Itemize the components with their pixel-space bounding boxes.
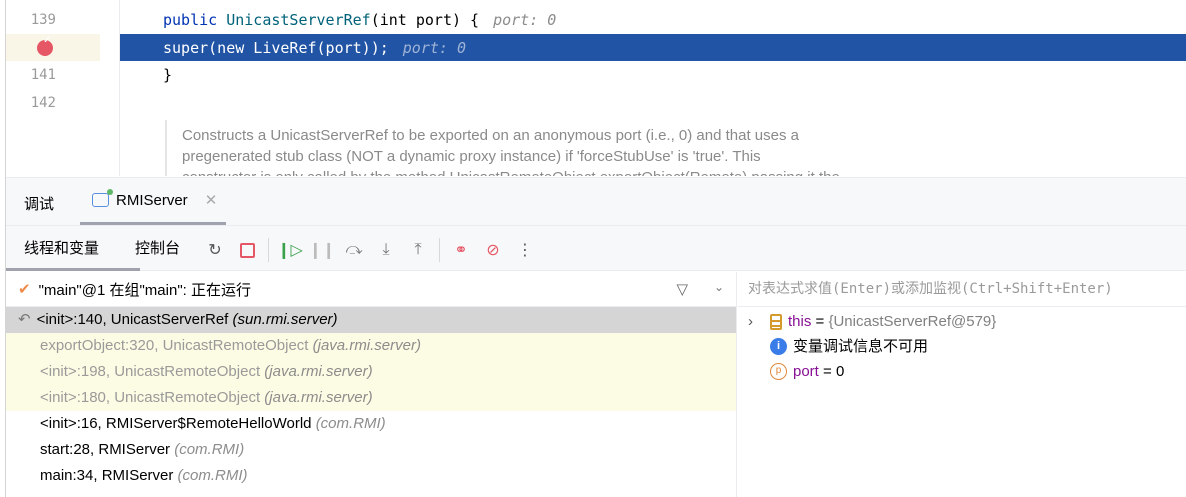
frame-package: (com.RMI)	[174, 441, 245, 458]
step-out-icon[interactable]: ⤒	[407, 239, 429, 261]
code-editor[interactable]: 139 141 142 public UnicastServerRef(int …	[6, 0, 1186, 176]
javadoc-block: Constructs a UnicastServerRef to be expo…	[165, 120, 1186, 176]
frames-panel: ✔ "main"@1 在组"main": 正在运行 ▽ ⌄ ↶ <init>:14…	[6, 272, 737, 497]
info-message: i 变量调试信息不可用	[738, 334, 1186, 359]
rerun-icon[interactable]: ↻	[204, 239, 226, 261]
tab-label: RMIServer	[116, 191, 188, 209]
line-number: 141	[30, 67, 56, 83]
frame-package: (java.rmi.server)	[264, 363, 373, 380]
equals: =	[818, 363, 836, 380]
parameter-icon: p	[770, 363, 787, 380]
toolbar-separator	[439, 238, 440, 262]
frame-method: start:28, RMIServer	[40, 441, 171, 458]
variable-port[interactable]: p port = 0	[738, 359, 1186, 384]
more-options-icon[interactable]: ⋮	[514, 239, 536, 261]
stack-frame[interactable]: <init>:16, RMIServer$RemoteHelloWorld (c…	[6, 411, 736, 437]
code-line: super(new LiveRef(port)); port: 0	[163, 34, 466, 62]
resume-icon[interactable]: ❙▷	[277, 239, 303, 261]
info-text: 变量调试信息不可用	[793, 338, 929, 355]
tab-console[interactable]: 控制台	[135, 226, 180, 271]
code-text: (int port) {	[370, 11, 480, 29]
stack-frame[interactable]: main:34, RMIServer (com.RMI)	[6, 463, 736, 489]
variables-panel: 对表达式求值(Enter)或添加监视(Ctrl+Shift+Enter) › t…	[738, 272, 1186, 497]
toolbar-separator	[268, 238, 269, 262]
mute-breakpoints-icon[interactable]: ⊘	[482, 239, 504, 261]
frame-method: <init>:140, UnicastServerRef	[36, 311, 229, 328]
editor-gutter: 139 141 142	[6, 0, 120, 176]
variable-name: this	[788, 313, 812, 330]
stack-frame[interactable]: <init>:180, UnicastRemoteObject (java.rm…	[6, 385, 736, 411]
doc-line: pregenerated stub class (NOT a dynamic p…	[182, 148, 761, 165]
debug-toolbar: 线程和变量 控制台 ↻ ❙▷ ❙❙ ⤼ ⤓ ⤒ ⚭ ⊘ ⋮	[6, 225, 1186, 271]
stop-icon[interactable]	[236, 239, 258, 261]
stack-frame[interactable]: exportObject:320, UnicastRemoteObject (j…	[6, 333, 736, 359]
step-into-icon[interactable]: ⤓	[375, 239, 397, 261]
inline-value-hint: port: 0	[493, 11, 557, 29]
info-icon: i	[770, 338, 787, 355]
stack-frame[interactable]: ↶ <init>:140, UnicastServerRef (sun.rmi.s…	[6, 307, 736, 333]
execution-point-line: super(new LiveRef(port)); port: 0	[120, 34, 1186, 61]
line-number: 142	[30, 95, 56, 111]
step-over-icon[interactable]: ⤼	[343, 239, 365, 261]
frame-package: (com.RMI)	[177, 467, 248, 484]
stack-frame[interactable]: <init>:198, UnicastRemoteObject (java.rm…	[6, 359, 736, 385]
expand-arrow-icon[interactable]: ›	[748, 309, 753, 334]
thread-label: "main"@1 在组"main": 正在运行	[38, 281, 251, 299]
debug-title: 调试	[24, 196, 55, 213]
variable-name: port	[793, 363, 819, 380]
inline-value-hint: port: 0	[402, 39, 466, 57]
code-line: public UnicastServerRef(int port) { port:…	[163, 6, 556, 34]
tab-threads-variables[interactable]: 线程和变量	[6, 226, 140, 271]
tab-rmiserver[interactable]: RMIServer ✕	[80, 178, 226, 225]
variable-value: 0	[835, 363, 845, 380]
current-line-gutter-highlight	[6, 34, 100, 61]
evaluate-expression-input[interactable]: 对表达式求值(Enter)或添加监视(Ctrl+Shift+Enter)	[738, 272, 1186, 307]
keyword: public	[163, 11, 227, 29]
breakpoint-icon[interactable]	[37, 35, 53, 56]
frame-method: exportObject:320, UnicastRemoteObject	[40, 337, 309, 354]
doc-line: constructor is only called by the method…	[182, 167, 1186, 176]
variable-value: {UnicastServerRef@579}	[828, 313, 997, 330]
doc-line: Constructs a UnicastServerRef to be expo…	[182, 127, 799, 144]
frame-package: (sun.rmi.server)	[232, 311, 338, 328]
debug-tab-bar: 调试 RMIServer ✕	[6, 177, 1186, 225]
run-config-icon	[92, 189, 113, 207]
code-line: }	[163, 66, 173, 84]
frame-method: <init>:16, RMIServer$RemoteHelloWorld	[40, 415, 312, 432]
stack-frame[interactable]: start:28, RMIServer (com.RMI)	[6, 437, 736, 463]
variable-this[interactable]: › this = {UnicastServerRef@579}	[738, 309, 1186, 334]
frame-package: (java.rmi.server)	[312, 337, 421, 354]
close-icon[interactable]: ✕	[205, 191, 218, 209]
view-breakpoints-icon[interactable]: ⚭	[450, 239, 472, 261]
check-icon: ✔	[18, 281, 31, 298]
code-text: super(new LiveRef(port));	[163, 39, 389, 57]
chevron-down-icon[interactable]: ⌄	[714, 280, 724, 294]
frame-method: main:34, RMIServer	[40, 467, 174, 484]
frame-package: (java.rmi.server)	[264, 389, 373, 406]
return-icon: ↶	[18, 311, 31, 328]
line-number: 139	[30, 12, 56, 28]
thread-selector[interactable]: ✔ "main"@1 在组"main": 正在运行 ▽ ⌄	[6, 272, 736, 307]
frame-method: <init>:198, UnicastRemoteObject	[40, 363, 261, 380]
frame-method: <init>:180, UnicastRemoteObject	[40, 389, 261, 406]
frame-package: (com.RMI)	[315, 415, 386, 432]
equals: =	[811, 313, 829, 330]
filter-icon[interactable]: ▽	[676, 280, 688, 298]
method-name: UnicastServerRef	[226, 11, 371, 29]
field-icon	[770, 313, 782, 330]
pause-icon[interactable]: ❙❙	[309, 239, 336, 261]
